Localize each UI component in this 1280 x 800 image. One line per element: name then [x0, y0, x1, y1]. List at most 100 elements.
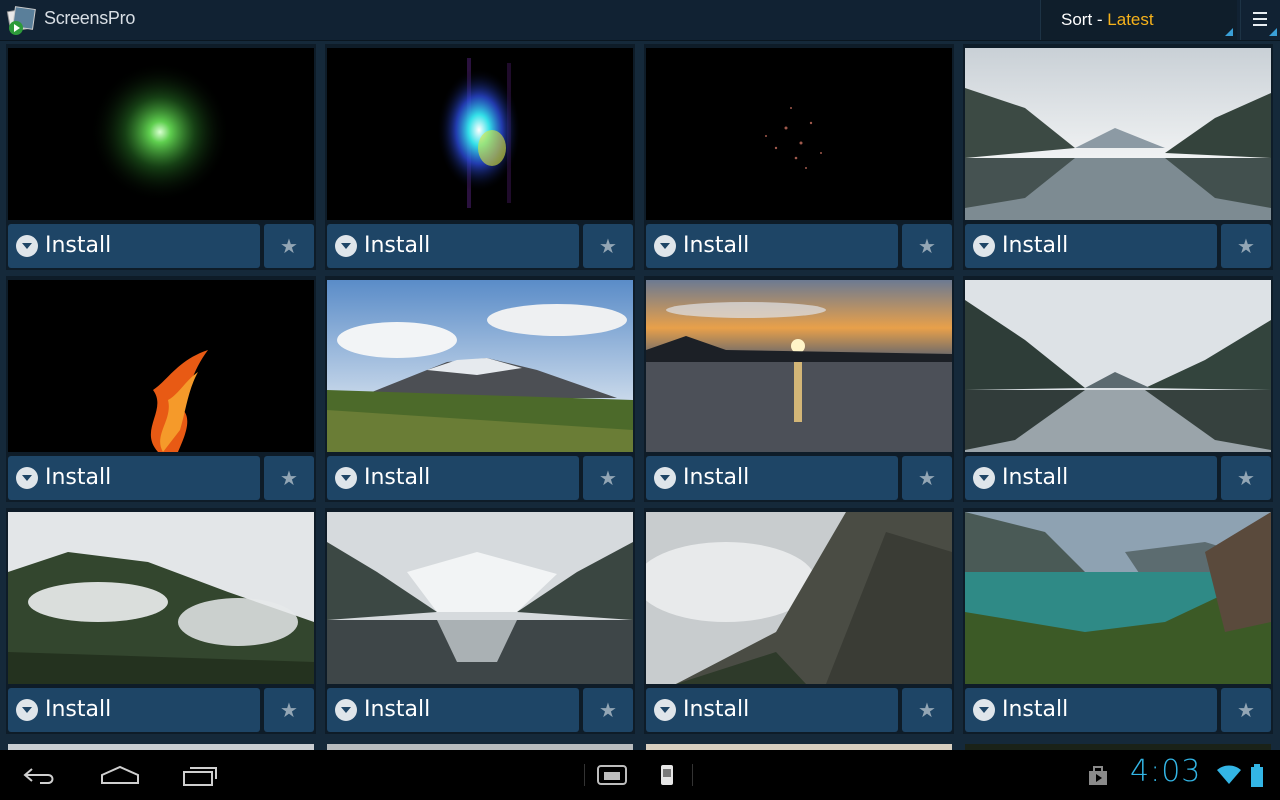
sort-dropdown[interactable]: Sort - Latest	[1040, 0, 1237, 40]
install-label: Install	[683, 697, 750, 722]
chevron-down-icon	[973, 699, 995, 721]
favorite-button[interactable]: ★	[1221, 224, 1271, 268]
action-bar: ScreensPro Sort - Latest	[0, 0, 1280, 41]
favorite-button[interactable]: ★	[902, 456, 952, 500]
wallpaper-card: Install ★	[963, 44, 1273, 270]
wallpaper-card: Install ★	[644, 44, 954, 270]
home-icon[interactable]	[100, 763, 140, 791]
install-button[interactable]: Install	[646, 224, 898, 268]
star-icon: ★	[280, 234, 298, 258]
install-button[interactable]: Install	[327, 688, 579, 732]
wallpaper-thumbnail[interactable]	[8, 48, 314, 220]
wifi-icon	[1216, 764, 1242, 790]
star-icon: ★	[280, 698, 298, 722]
notification-app-icon[interactable]	[658, 763, 676, 791]
chevron-down-icon	[16, 699, 38, 721]
wallpaper-thumbnail[interactable]	[646, 48, 952, 220]
clock: 4:03	[1130, 754, 1202, 789]
favorite-button[interactable]: ★	[264, 224, 314, 268]
star-icon: ★	[599, 466, 617, 490]
install-button[interactable]: Install	[327, 456, 579, 500]
install-label: Install	[364, 465, 431, 490]
install-button[interactable]: Install	[965, 456, 1217, 500]
chevron-down-icon	[16, 235, 38, 257]
divider	[584, 764, 585, 786]
star-icon: ★	[1237, 698, 1255, 722]
sort-text: Sort - Latest	[1061, 10, 1154, 30]
divider	[692, 764, 693, 786]
wallpaper-card: Install ★	[6, 276, 316, 502]
chevron-down-icon	[973, 235, 995, 257]
install-label: Install	[45, 465, 112, 490]
favorite-button[interactable]: ★	[583, 688, 633, 732]
wallpaper-grid: Install ★ Install ★ Install ★ Install ★ …	[0, 44, 1280, 750]
wallpaper-card: Install ★	[6, 44, 316, 270]
back-icon[interactable]	[22, 763, 58, 791]
chevron-down-icon	[654, 699, 676, 721]
install-label: Install	[1002, 465, 1069, 490]
screenshot-icon[interactable]	[596, 763, 628, 791]
install-button[interactable]: Install	[327, 224, 579, 268]
store-notification-icon[interactable]	[1086, 763, 1110, 791]
chevron-down-icon	[335, 235, 357, 257]
install-button[interactable]: Install	[646, 456, 898, 500]
wallpaper-card: Install ★	[325, 508, 635, 734]
favorite-button[interactable]: ★	[1221, 688, 1271, 732]
install-button[interactable]: Install	[8, 224, 260, 268]
star-icon: ★	[280, 466, 298, 490]
wallpaper-thumbnail[interactable]	[8, 280, 314, 452]
battery-icon	[1250, 764, 1264, 792]
favorite-button[interactable]: ★	[902, 688, 952, 732]
wallpaper-thumbnail[interactable]	[965, 512, 1271, 684]
install-button[interactable]: Install	[8, 688, 260, 732]
favorite-button[interactable]: ★	[583, 456, 633, 500]
install-button[interactable]: Install	[965, 688, 1217, 732]
app-logo-icon[interactable]	[6, 4, 38, 36]
wallpaper-card: Install ★	[963, 276, 1273, 502]
install-button[interactable]: Install	[646, 688, 898, 732]
install-button[interactable]: Install	[965, 224, 1217, 268]
install-label: Install	[1002, 697, 1069, 722]
chevron-down-icon	[335, 467, 357, 489]
install-label: Install	[683, 233, 750, 258]
chevron-down-icon	[654, 467, 676, 489]
wallpaper-thumbnail[interactable]	[8, 512, 314, 684]
star-icon: ★	[1237, 234, 1255, 258]
install-label: Install	[1002, 233, 1069, 258]
star-icon: ★	[599, 234, 617, 258]
chevron-down-icon	[654, 235, 676, 257]
favorite-button[interactable]: ★	[1221, 456, 1271, 500]
favorite-button[interactable]: ★	[902, 224, 952, 268]
wallpaper-thumbnail[interactable]	[965, 280, 1271, 452]
favorite-button[interactable]: ★	[264, 688, 314, 732]
star-icon: ★	[918, 698, 936, 722]
sort-label: Sort -	[1061, 10, 1108, 29]
system-bar: 4:03	[0, 750, 1280, 800]
chevron-down-icon	[973, 467, 995, 489]
wallpaper-thumbnail[interactable]	[327, 512, 633, 684]
install-label: Install	[45, 697, 112, 722]
overflow-menu-button[interactable]	[1240, 0, 1280, 40]
favorite-button[interactable]: ★	[583, 224, 633, 268]
sort-value: Latest	[1107, 10, 1154, 29]
wallpaper-thumbnail[interactable]	[965, 48, 1271, 220]
dropdown-indicator-icon	[1225, 28, 1233, 36]
star-icon: ★	[1237, 466, 1255, 490]
star-icon: ★	[918, 466, 936, 490]
app-title: ScreensPro	[44, 8, 136, 28]
wallpaper-thumbnail[interactable]	[646, 512, 952, 684]
install-label: Install	[683, 465, 750, 490]
wallpaper-thumbnail[interactable]	[327, 280, 633, 452]
install-label: Install	[364, 697, 431, 722]
install-label: Install	[364, 233, 431, 258]
wallpaper-card: Install ★	[644, 276, 954, 502]
wallpaper-card: Install ★	[325, 44, 635, 270]
install-button[interactable]: Install	[8, 456, 260, 500]
wallpaper-thumbnail[interactable]	[327, 48, 633, 220]
wallpaper-card: Install ★	[6, 508, 316, 734]
wallpaper-card: Install ★	[963, 508, 1273, 734]
favorite-button[interactable]: ★	[264, 456, 314, 500]
recent-apps-icon[interactable]	[182, 763, 220, 791]
wallpaper-card: Install ★	[325, 276, 635, 502]
wallpaper-thumbnail[interactable]	[646, 280, 952, 452]
